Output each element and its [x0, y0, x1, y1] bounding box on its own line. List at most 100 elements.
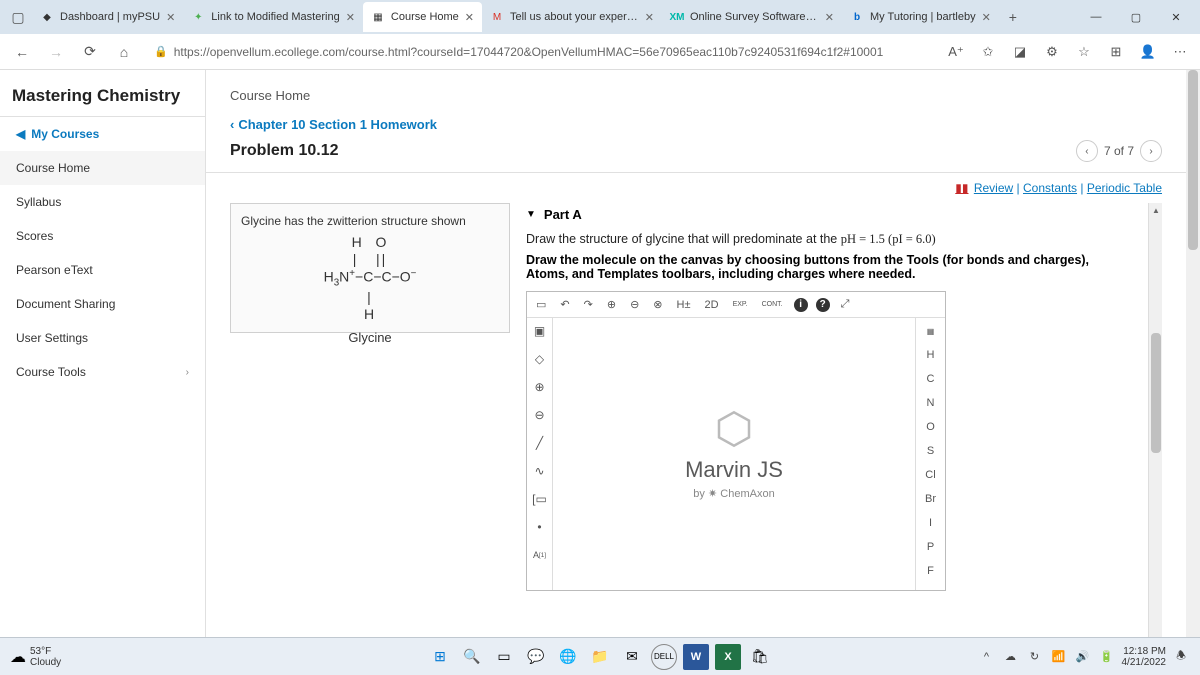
next-problem-button[interactable]: › — [1140, 140, 1162, 162]
chat-icon[interactable]: 💬 — [523, 644, 549, 670]
atom-o[interactable]: O — [920, 418, 942, 436]
update-icon[interactable]: ↻ — [1026, 648, 1044, 666]
my-courses-link[interactable]: ◀ My Courses — [0, 117, 205, 151]
read-aloud-icon[interactable]: A⁺ — [944, 40, 968, 64]
scroll-thumb[interactable] — [1188, 70, 1198, 250]
menu-icon[interactable]: ⋯ — [1168, 40, 1192, 64]
word-icon[interactable]: W — [683, 644, 709, 670]
collections-icon[interactable]: ⊞ — [1104, 40, 1128, 64]
favorites-icon[interactable]: ☆ — [1072, 40, 1096, 64]
chain-tool-icon[interactable]: ∿ — [531, 462, 549, 480]
tab-actions-icon[interactable]: ▢ — [4, 3, 32, 31]
browser-tab-active[interactable]: ▦ Course Home ✕ — [363, 2, 482, 32]
marvin-editor[interactable]: ▭ ↶ ↷ ⊕ ⊖ ⊗ H± 2D EXP. CONT. i ? ⤢ — [526, 291, 946, 591]
wifi-icon[interactable]: 📶 — [1050, 648, 1068, 666]
edge-icon[interactable]: 🌐 — [555, 644, 581, 670]
onedrive-icon[interactable]: ☁ — [1002, 648, 1020, 666]
settings-icon[interactable]: ⚙ — [1040, 40, 1064, 64]
url-input[interactable]: 🔒 https://openvellum.ecollege.com/course… — [144, 38, 938, 66]
notifications-icon[interactable]: 🕭 — [1172, 648, 1190, 666]
atom-i[interactable]: I — [920, 514, 942, 532]
select-tool-icon[interactable]: ▣ — [531, 322, 549, 340]
atom-f[interactable]: F — [920, 562, 942, 580]
view-2d-icon[interactable]: 2D — [702, 299, 722, 311]
atom-label-tool-icon[interactable]: A[1] — [531, 546, 549, 564]
fullscreen-icon[interactable]: ⤢ — [838, 298, 853, 311]
page-scrollbar[interactable] — [1186, 70, 1200, 637]
expand-icon[interactable]: EXP. — [730, 301, 751, 308]
extension-icon[interactable]: ◪ — [1008, 40, 1032, 64]
atom-h[interactable]: H — [920, 346, 942, 364]
volume-icon[interactable]: 🔊 — [1074, 648, 1092, 666]
contract-icon[interactable]: CONT. — [759, 301, 786, 308]
info-icon[interactable]: i — [794, 298, 808, 312]
scroll-up-icon[interactable]: ▲ — [1149, 203, 1163, 217]
close-icon[interactable]: ✕ — [465, 11, 474, 24]
bond-tool-icon[interactable]: ╱ — [531, 434, 549, 452]
profile-icon[interactable]: 👤 — [1136, 40, 1160, 64]
back-button[interactable]: ← — [8, 38, 36, 66]
review-link[interactable]: Review — [974, 181, 1013, 195]
start-button[interactable]: ⊞ — [427, 644, 453, 670]
close-icon[interactable]: ✕ — [982, 11, 991, 24]
home-button[interactable]: ⌂ — [110, 38, 138, 66]
forward-button[interactable]: → — [42, 38, 70, 66]
maximize-button[interactable]: ▢ — [1116, 2, 1156, 32]
periodic-table-button[interactable]: ▦ — [920, 322, 942, 340]
star-icon[interactable]: ✩ — [976, 40, 1000, 64]
close-icon[interactable]: ✕ — [346, 11, 355, 24]
redo-icon[interactable]: ↷ — [581, 298, 596, 311]
task-view-icon[interactable]: ▭ — [491, 644, 517, 670]
browser-tab[interactable]: ◆ Dashboard | myPSU ✕ — [32, 2, 183, 32]
search-icon[interactable]: 🔍 — [459, 644, 485, 670]
charge-plus-tool-icon[interactable]: ⊕ — [531, 378, 549, 396]
browser-tab[interactable]: b My Tutoring | bartleby ✕ — [842, 2, 999, 32]
sidebar-item-user-settings[interactable]: User Settings — [0, 321, 205, 355]
browser-tab[interactable]: M Tell us about your experien ✕ — [482, 2, 662, 32]
assignment-breadcrumb[interactable]: ‹ Chapter 10 Section 1 Homework — [206, 109, 1186, 132]
hydrogen-toggle[interactable]: H± — [674, 299, 694, 311]
sidebar-item-course-home[interactable]: Course Home — [0, 151, 205, 185]
dell-icon[interactable]: DELL — [651, 644, 677, 670]
zoom-out-icon[interactable]: ⊖ — [627, 298, 642, 311]
prev-problem-button[interactable]: ‹ — [1076, 140, 1098, 162]
close-icon[interactable]: ✕ — [166, 11, 175, 24]
weather-icon[interactable]: ☁ — [10, 647, 26, 667]
content-scrollbar[interactable]: ▲ — [1148, 203, 1162, 637]
browser-tab[interactable]: XM Online Survey Software | Q ✕ — [662, 2, 842, 32]
charge-minus-tool-icon[interactable]: ⊖ — [531, 406, 549, 424]
atom-p[interactable]: P — [920, 538, 942, 556]
explorer-icon[interactable]: 📁 — [587, 644, 613, 670]
undo-icon[interactable]: ↶ — [557, 298, 572, 311]
sidebar-item-course-tools[interactable]: Course Tools › — [0, 355, 205, 389]
new-tab-button[interactable]: + — [999, 9, 1027, 25]
sidebar-item-syllabus[interactable]: Syllabus — [0, 185, 205, 219]
zoom-fit-icon[interactable]: ⊗ — [650, 298, 665, 311]
constants-link[interactable]: Constants — [1023, 181, 1077, 195]
template-tool-icon[interactable]: [▭ — [531, 490, 549, 508]
close-window-button[interactable]: ✕ — [1156, 2, 1196, 32]
atom-cl[interactable]: Cl — [920, 466, 942, 484]
atom-n[interactable]: N — [920, 394, 942, 412]
sidebar-item-etext[interactable]: Pearson eText — [0, 253, 205, 287]
sidebar-item-document-sharing[interactable]: Document Sharing — [0, 287, 205, 321]
atom-s[interactable]: S — [920, 442, 942, 460]
zoom-in-icon[interactable]: ⊕ — [604, 298, 619, 311]
store-icon[interactable]: 🛍 — [747, 644, 773, 670]
battery-icon[interactable]: 🔋 — [1098, 648, 1116, 666]
refresh-button[interactable]: ⟳ — [76, 38, 104, 66]
dot-tool-icon[interactable]: • — [531, 518, 549, 536]
weather-widget[interactable]: 53°F Cloudy — [30, 646, 61, 668]
tray-chevron-icon[interactable]: ^ — [978, 648, 996, 666]
new-canvas-icon[interactable]: ▭ — [533, 298, 549, 311]
periodic-table-link[interactable]: Periodic Table — [1087, 181, 1162, 195]
sidebar-item-scores[interactable]: Scores — [0, 219, 205, 253]
close-icon[interactable]: ✕ — [825, 11, 834, 24]
atom-c[interactable]: C — [920, 370, 942, 388]
editor-canvas[interactable]: Marvin JS by ✷ ChemAxon — [553, 318, 915, 590]
help-icon[interactable]: ? — [816, 298, 830, 312]
minimize-button[interactable]: — — [1076, 2, 1116, 32]
eraser-tool-icon[interactable]: ◇ — [531, 350, 549, 368]
clock-widget[interactable]: 12:18 PM 4/21/2022 — [1122, 646, 1167, 668]
mail-icon[interactable]: ✉ — [619, 644, 645, 670]
